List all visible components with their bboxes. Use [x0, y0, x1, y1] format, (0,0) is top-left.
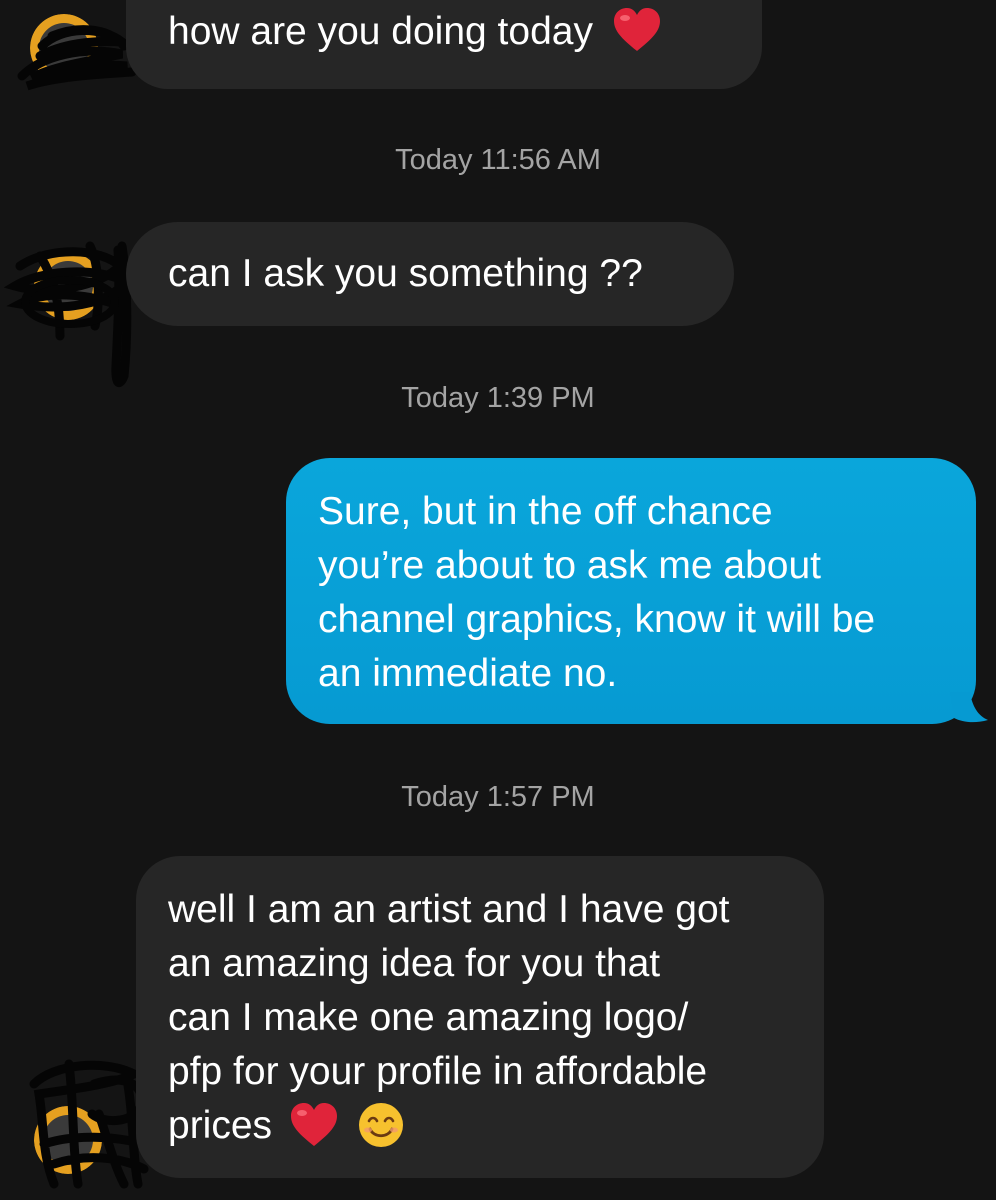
- dm-conversation: { "messages": [ { "id": "m1", "direction…: [0, 0, 996, 1200]
- red-heart-icon: [613, 7, 660, 51]
- message-line: well I am an artist and I have got: [168, 888, 730, 931]
- smiling-face-icon: [358, 1102, 403, 1147]
- message-line-with-emoji: prices: [168, 1099, 824, 1153]
- message-text: prices: [168, 1104, 273, 1147]
- incoming-message-bubble[interactable]: well I am an artist and I have got an am…: [136, 856, 824, 1178]
- timestamp: Today 11:56 AM: [395, 144, 601, 176]
- message-line: pfp for your profile in affordable: [168, 1050, 708, 1093]
- scribble-redaction-icon: [17, 25, 137, 91]
- message-line: Sure, but in the off chance: [318, 490, 773, 533]
- message-line: an immediate no.: [318, 652, 618, 695]
- message-text: how are you doing today: [168, 10, 593, 53]
- message-line: channel graphics, know it will be: [318, 598, 876, 641]
- message-line: can I make one amazing logo/: [168, 996, 689, 1039]
- outgoing-message-bubble[interactable]: Sure, but in the off chance you’re about…: [286, 458, 976, 724]
- scribble-redaction-icon: [3, 241, 132, 388]
- incoming-message-bubble[interactable]: how are you doing today: [126, 0, 762, 89]
- timestamp: Today 1:39 PM: [401, 382, 595, 414]
- message-line: an amazing idea for you that: [168, 942, 661, 985]
- message-text: can I ask you something ??: [168, 252, 643, 295]
- message-line: you’re about to ask me about: [318, 544, 821, 587]
- incoming-message-bubble[interactable]: can I ask you something ??: [126, 222, 734, 326]
- red-heart-icon: [290, 1102, 337, 1146]
- timestamp: Today 1:57 PM: [401, 781, 595, 813]
- bubble-tail: [950, 692, 988, 723]
